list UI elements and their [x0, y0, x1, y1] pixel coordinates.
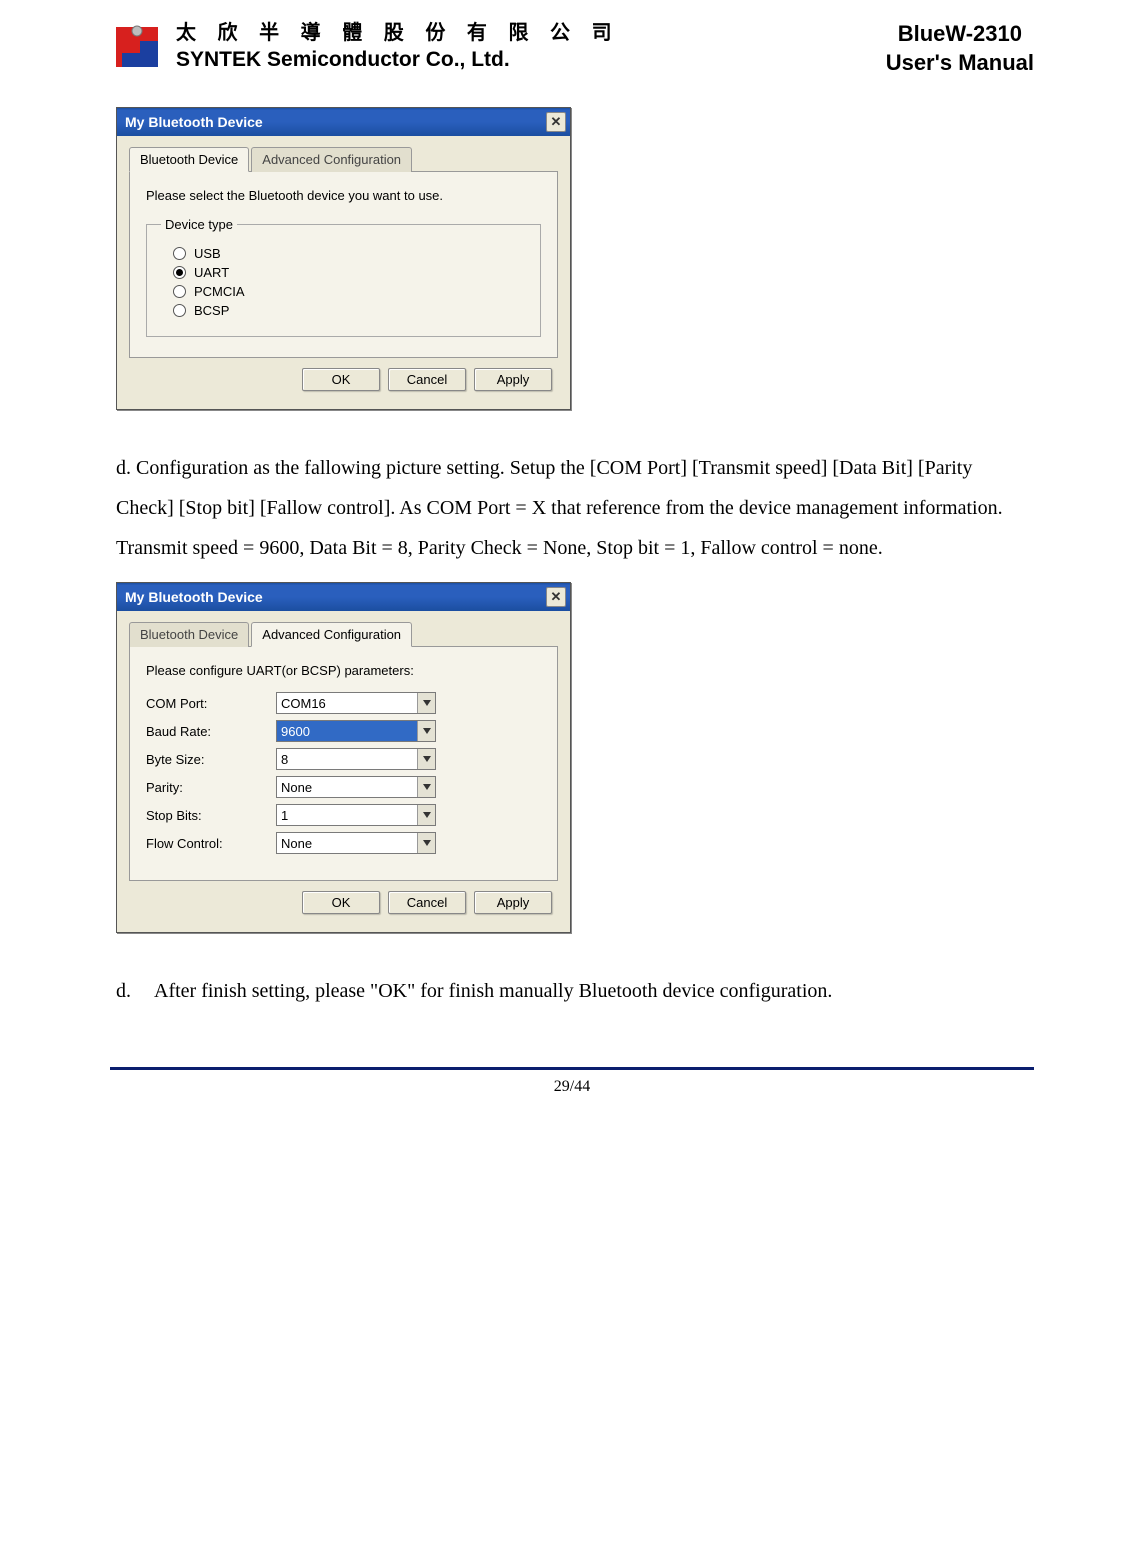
page-number: 29/44: [110, 1070, 1034, 1096]
chevron-down-icon[interactable]: [417, 721, 435, 741]
radio-label: PCMCIA: [194, 284, 245, 299]
chevron-down-icon[interactable]: [417, 749, 435, 769]
row-flow-control: Flow Control: None: [146, 832, 541, 854]
byte-size-value: 8: [277, 749, 417, 769]
chevron-down-icon[interactable]: [417, 833, 435, 853]
parity-combo[interactable]: None: [276, 776, 436, 798]
list-text: After finish setting, please "OK" for fi…: [154, 971, 832, 1011]
list-item-d2: d. After finish setting, please "OK" for…: [116, 971, 1034, 1011]
radio-label: UART: [194, 265, 229, 280]
dialog-advanced-configuration: My Bluetooth Device ✕ Bluetooth Device A…: [116, 582, 571, 933]
row-byte-size: Byte Size: 8: [146, 748, 541, 770]
radio-icon: [173, 247, 186, 260]
radio-bcsp[interactable]: BCSP: [173, 303, 526, 318]
header-right: BlueW-2310 User's Manual: [886, 20, 1034, 77]
device-type-group: Device type USB UART PCMCIA: [146, 217, 541, 337]
row-parity: Parity: None: [146, 776, 541, 798]
header-left: 太 欣 半 導 體 股 份 有 限 公 司 SYNTEK Semiconduct…: [110, 20, 620, 73]
radio-pcmcia[interactable]: PCMCIA: [173, 284, 526, 299]
radio-usb[interactable]: USB: [173, 246, 526, 261]
byte-size-label: Byte Size:: [146, 752, 276, 767]
dialog-title: My Bluetooth Device: [125, 589, 263, 605]
tab-panel: Please configure UART(or BCSP) parameter…: [129, 646, 558, 881]
chevron-down-icon[interactable]: [417, 693, 435, 713]
row-stop-bits: Stop Bits: 1: [146, 804, 541, 826]
list-marker: d.: [116, 971, 138, 1011]
radio-label: USB: [194, 246, 221, 261]
stop-bits-combo[interactable]: 1: [276, 804, 436, 826]
dialog-titlebar: My Bluetooth Device ✕: [117, 583, 570, 611]
company-name-en: SYNTEK Semiconductor Co., Ltd.: [176, 46, 620, 73]
com-port-combo[interactable]: COM16: [276, 692, 436, 714]
tab-advanced-configuration[interactable]: Advanced Configuration: [251, 147, 412, 172]
stop-bits-label: Stop Bits:: [146, 808, 276, 823]
company-name-cn: 太 欣 半 導 體 股 份 有 限 公 司: [176, 20, 620, 46]
parity-value: None: [277, 777, 417, 797]
tab-strip: Bluetooth Device Advanced Configuration: [129, 621, 558, 646]
dialog-button-row: OK Cancel Apply: [129, 881, 558, 920]
ok-button[interactable]: OK: [302, 891, 380, 914]
com-port-label: COM Port:: [146, 696, 276, 711]
cancel-button[interactable]: Cancel: [388, 368, 466, 391]
apply-button[interactable]: Apply: [474, 368, 552, 391]
paragraph-d: d. Configuration as the fallowing pictur…: [116, 448, 1034, 568]
tab-strip: Bluetooth Device Advanced Configuration: [129, 146, 558, 171]
dialog-button-row: OK Cancel Apply: [129, 358, 558, 397]
tab-panel: Please select the Bluetooth device you w…: [129, 171, 558, 358]
ok-button[interactable]: OK: [302, 368, 380, 391]
parity-label: Parity:: [146, 780, 276, 795]
row-baud-rate: Baud Rate: 9600: [146, 720, 541, 742]
page-header: 太 欣 半 導 體 股 份 有 限 公 司 SYNTEK Semiconduct…: [110, 20, 1034, 77]
radio-icon: [173, 285, 186, 298]
dialog-bluetooth-device-type: My Bluetooth Device ✕ Bluetooth Device A…: [116, 107, 571, 410]
apply-button[interactable]: Apply: [474, 891, 552, 914]
com-port-value: COM16: [277, 693, 417, 713]
radio-uart[interactable]: UART: [173, 265, 526, 280]
baud-rate-combo[interactable]: 9600: [276, 720, 436, 742]
flow-control-label: Flow Control:: [146, 836, 276, 851]
flow-control-value: None: [277, 833, 417, 853]
tab-bluetooth-device[interactable]: Bluetooth Device: [129, 147, 249, 172]
radio-icon: [173, 266, 186, 279]
dialog-title: My Bluetooth Device: [125, 114, 263, 130]
byte-size-combo[interactable]: 8: [276, 748, 436, 770]
chevron-down-icon[interactable]: [417, 805, 435, 825]
company-name: 太 欣 半 導 體 股 份 有 限 公 司 SYNTEK Semiconduct…: [176, 20, 620, 73]
tab-advanced-configuration[interactable]: Advanced Configuration: [251, 622, 412, 647]
baud-rate-value: 9600: [277, 721, 417, 741]
dialog-titlebar: My Bluetooth Device ✕: [117, 108, 570, 136]
panel-message: Please configure UART(or BCSP) parameter…: [146, 663, 541, 678]
radio-icon: [173, 304, 186, 317]
device-type-legend: Device type: [161, 217, 237, 232]
panel-message: Please select the Bluetooth device you w…: [146, 188, 541, 203]
doc-title: User's Manual: [886, 49, 1034, 78]
cancel-button[interactable]: Cancel: [388, 891, 466, 914]
row-com-port: COM Port: COM16: [146, 692, 541, 714]
close-icon[interactable]: ✕: [546, 587, 566, 607]
product-name: BlueW-2310: [886, 20, 1034, 49]
baud-rate-label: Baud Rate:: [146, 724, 276, 739]
tab-bluetooth-device[interactable]: Bluetooth Device: [129, 622, 249, 647]
radio-label: BCSP: [194, 303, 229, 318]
chevron-down-icon[interactable]: [417, 777, 435, 797]
company-logo-icon: [110, 23, 164, 71]
stop-bits-value: 1: [277, 805, 417, 825]
flow-control-combo[interactable]: None: [276, 832, 436, 854]
close-icon[interactable]: ✕: [546, 112, 566, 132]
